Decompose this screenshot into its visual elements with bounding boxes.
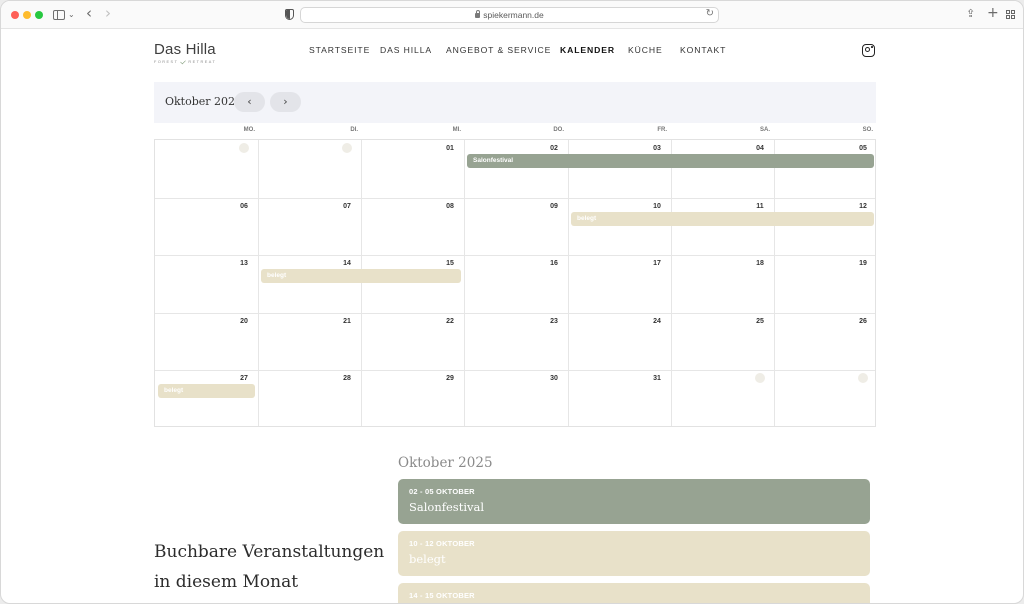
calendar-header: Oktober 2025 ‹ › [154, 82, 876, 123]
lock-icon [475, 10, 481, 18]
calendar-day-number: 15 [446, 260, 454, 267]
empty-day-marker [239, 143, 249, 153]
weekday-label: DI. [350, 127, 358, 133]
calendar-month-title: Oktober 2025 [165, 95, 243, 108]
weekday-header-row: MO. DI. MI. DO. FR. SA. SO. [154, 123, 876, 139]
calendar-day-number: 02 [550, 145, 558, 152]
weekday-label: SO. [862, 127, 873, 133]
calendar-day-number: 19 [859, 260, 867, 267]
calendar-day-number: 21 [343, 318, 351, 325]
url-display: spiekermann.de [301, 10, 718, 20]
calendar-event-bar[interactable]: belegt [158, 384, 255, 398]
event-card-date: 02 - 05 OKTOBER [409, 487, 475, 496]
event-card[interactable]: 10 - 12 OKTOBER belegt [398, 531, 870, 576]
calendar-day-number: 23 [550, 318, 558, 325]
next-month-button[interactable]: › [270, 92, 301, 112]
sidebar-toggle-icon[interactable] [53, 10, 65, 20]
weekday-label: DO. [553, 127, 564, 133]
forward-arrow-icon[interactable]: › [105, 5, 111, 21]
calendar-event-bar[interactable]: Salonfestival [467, 154, 874, 168]
weekday-label: MO. [243, 127, 255, 133]
calendar-event-bar[interactable]: belegt [571, 212, 874, 226]
calendar-day-number: 31 [653, 375, 661, 382]
event-card-name: belegt [409, 552, 446, 566]
tab-overview-icon[interactable] [1006, 10, 1015, 19]
privacy-shield-icon[interactable] [285, 9, 294, 20]
browser-toolbar: ⌄ ‹ › spiekermann.de ↻ ⇪ + [1, 1, 1023, 29]
calendar-day-number: 16 [550, 260, 558, 267]
previous-month-button[interactable]: ‹ [234, 92, 265, 112]
calendar-day-number: 03 [653, 145, 661, 152]
logo-tagline-right: RETREAT [188, 59, 217, 64]
nav-angebot-service[interactable]: ANGEBOT & SERVICE [446, 45, 551, 55]
calendar-day-number: 27 [240, 375, 248, 382]
share-icon[interactable]: ⇪ [966, 6, 975, 22]
calendar-day-number: 09 [550, 203, 558, 210]
logo-tagline-left: FOREST [154, 59, 179, 64]
event-card-date: 10 - 12 OKTOBER [409, 539, 475, 548]
browser-window: ⌄ ‹ › spiekermann.de ↻ ⇪ + Das Hilla FOR… [0, 0, 1024, 604]
event-card-date: 14 - 15 OKTOBER [409, 591, 475, 600]
weekday-label: MI. [452, 127, 461, 133]
calendar-grid: 01 02 03 04 05 06 07 08 09 10 11 12 13 14 15 16 17 18 19 20… [154, 139, 876, 427]
calendar-day-number: 11 [756, 203, 764, 210]
address-bar[interactable]: spiekermann.de ↻ [300, 7, 719, 23]
calendar-day-number: 01 [446, 145, 454, 152]
minimize-window-button[interactable] [23, 11, 31, 19]
calendar-day-number: 29 [446, 375, 454, 382]
calendar-day-number: 08 [446, 203, 454, 210]
calendar-day-number: 25 [756, 318, 764, 325]
close-window-button[interactable] [11, 11, 19, 19]
bookable-events-heading: Buchbare Veranstaltungen in diesem Monat [154, 542, 385, 592]
calendar-day-number: 04 [756, 145, 764, 152]
nav-startseite[interactable]: STARTSEITE [309, 45, 370, 55]
reload-icon[interactable]: ↻ [706, 8, 714, 19]
calendar-day-number: 18 [756, 260, 764, 267]
calendar-day-number: 20 [240, 318, 248, 325]
calendar-day-number: 28 [343, 375, 351, 382]
calendar-day-number: 12 [859, 203, 867, 210]
nav-das-hilla[interactable]: DAS HILLA [380, 45, 432, 55]
calendar-day-number: 06 [240, 203, 248, 210]
calendar-day-number: 30 [550, 375, 558, 382]
event-card[interactable]: 14 - 15 OKTOBER belegt [398, 583, 870, 603]
weekday-label: SA. [759, 127, 770, 133]
empty-day-marker [342, 143, 352, 153]
calendar-day-number: 22 [446, 318, 454, 325]
calendar-day-number: 24 [653, 318, 661, 325]
event-card-name: Salonfestival [409, 500, 485, 514]
url-text: spiekermann.de [483, 10, 544, 20]
logo-tagline: FOREST RETREAT [154, 58, 217, 65]
empty-day-marker [755, 373, 765, 383]
new-tab-icon[interactable]: + [987, 5, 999, 21]
calendar-day-number: 07 [343, 203, 351, 210]
calendar-day-number: 10 [653, 203, 661, 210]
back-arrow-icon[interactable]: ‹ [86, 5, 92, 21]
weekday-label: FR. [657, 127, 667, 133]
zoom-window-button[interactable] [35, 11, 43, 19]
calendar-day-number: 26 [859, 318, 867, 325]
listing-month-title: Oktober 2025 [398, 455, 493, 471]
empty-day-marker [858, 373, 868, 383]
chevron-down-icon[interactable]: ⌄ [68, 7, 75, 23]
instagram-icon[interactable] [862, 44, 875, 57]
calendar-day-number: 17 [653, 260, 661, 267]
leaf-icon [180, 58, 187, 65]
nav-kueche[interactable]: KÜCHE [628, 45, 663, 55]
calendar-day-number: 05 [859, 145, 867, 152]
calendar-day-number: 14 [343, 260, 351, 267]
event-card[interactable]: 02 - 05 OKTOBER Salonfestival [398, 479, 870, 524]
calendar-day-number: 13 [240, 260, 248, 267]
calendar-event-bar[interactable]: belegt [261, 269, 461, 283]
nav-kontakt[interactable]: KONTAKT [680, 45, 726, 55]
nav-kalender[interactable]: KALENDER [560, 45, 615, 55]
